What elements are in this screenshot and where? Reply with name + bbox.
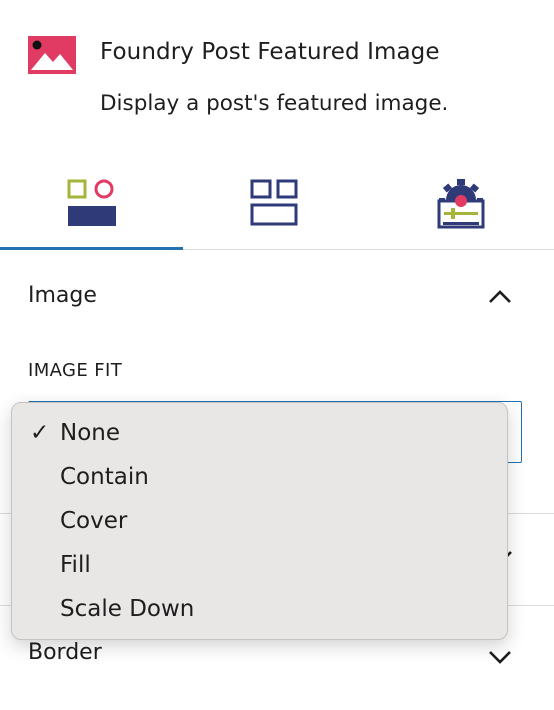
image-fit-dropdown: ✓ None Contain Cover Fill Scale Down <box>11 402 508 640</box>
option-label: Cover <box>60 508 128 534</box>
active-tab-indicator <box>0 247 183 250</box>
checkmark-icon: ✓ <box>30 420 50 446</box>
block-description: Display a post's featured image. <box>100 91 449 116</box>
chevron-down-icon[interactable] <box>487 647 513 667</box>
option-none[interactable]: ✓ None <box>12 413 507 457</box>
option-label: Scale Down <box>60 596 195 622</box>
border-panel-title[interactable]: Border <box>28 640 102 665</box>
option-scale-down[interactable]: Scale Down <box>12 589 507 633</box>
settings-tabs <box>0 168 554 250</box>
tab-general[interactable] <box>0 168 183 250</box>
option-cover[interactable]: Cover <box>12 501 507 545</box>
tab-advanced[interactable] <box>367 168 554 250</box>
layout-icon <box>249 168 301 234</box>
option-contain[interactable]: Contain <box>12 457 507 501</box>
general-settings-icon <box>66 168 118 234</box>
chevron-up-icon[interactable] <box>487 287 513 307</box>
option-label: Contain <box>60 464 149 490</box>
image-fit-label: IMAGE FIT <box>28 360 123 381</box>
image-icon <box>28 36 76 74</box>
image-panel-title[interactable]: Image <box>28 283 97 308</box>
option-fill[interactable]: Fill <box>12 545 507 589</box>
option-label: None <box>60 420 121 446</box>
tab-layout[interactable] <box>183 168 367 250</box>
option-label: Fill <box>60 552 91 578</box>
block-title: Foundry Post Featured Image <box>100 39 440 65</box>
advanced-settings-icon <box>435 168 487 234</box>
